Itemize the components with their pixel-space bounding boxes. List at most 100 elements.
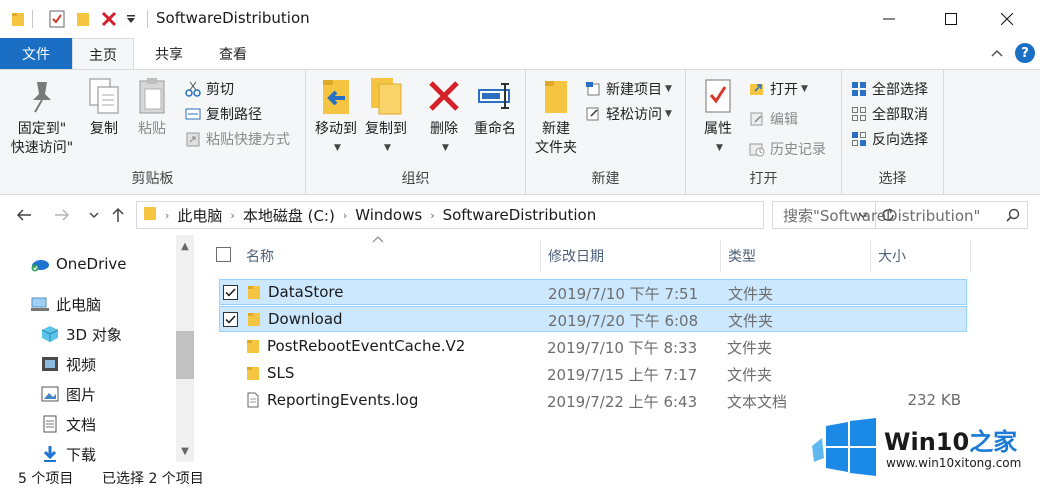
properties-quick-access-icon[interactable]	[48, 9, 66, 29]
up-arrow-icon[interactable]	[108, 205, 128, 225]
navigation-bar: › 此电脑 › 本地磁盘 (C:) › Windows › SoftwareDi…	[0, 195, 1040, 235]
open-button[interactable]: 打开 ▼	[748, 78, 808, 100]
file-row[interactable]: ReportingEvents.log 2019/7/22 上午 6:43 文本…	[219, 388, 967, 414]
column-separator[interactable]	[970, 240, 971, 272]
address-bar[interactable]: › 此电脑 › 本地磁盘 (C:) › Windows › SoftwareDi…	[136, 201, 894, 229]
breadcrumb-windows[interactable]: Windows	[355, 206, 422, 224]
scroll-up-icon[interactable]: ▲	[176, 239, 194, 253]
breadcrumb-this-pc[interactable]: 此电脑	[177, 205, 222, 226]
copy-to-button[interactable]: 复制到 ▼	[362, 76, 410, 158]
breadcrumb-softwaredistribution[interactable]: SoftwareDistribution	[443, 206, 597, 224]
column-header-name[interactable]: 名称	[246, 240, 274, 272]
nav-item-videos[interactable]: 视频	[40, 353, 96, 375]
column-header-size[interactable]: 大小	[878, 240, 906, 272]
open-icon	[748, 80, 766, 98]
back-arrow-icon[interactable]	[14, 205, 34, 225]
copy-path-button[interactable]: 复制路径	[184, 103, 262, 125]
paste-button[interactable]: 粘贴	[132, 76, 172, 139]
help-button[interactable]: ?	[1015, 43, 1035, 63]
move-to-icon	[318, 76, 354, 116]
file-row[interactable]: DataStore 2019/7/10 下午 7:51 文件夹	[219, 279, 967, 305]
minimize-button[interactable]	[866, 0, 912, 38]
title-bar: SoftwareDistribution	[0, 0, 1040, 38]
watermark-title: Win10之家	[884, 422, 1017, 457]
cut-button[interactable]: 剪切	[184, 78, 234, 100]
chevron-right-icon[interactable]: ›	[230, 209, 234, 222]
invert-selection-button[interactable]: 反向选择	[850, 128, 928, 150]
row-checkbox[interactable]	[223, 285, 238, 300]
search-icon[interactable]	[999, 208, 1027, 222]
file-name[interactable]: DataStore	[268, 283, 343, 301]
copy-button[interactable]: 复制	[84, 76, 124, 139]
collapse-ribbon-icon[interactable]	[990, 46, 1004, 60]
file-name[interactable]: Download	[268, 310, 343, 328]
file-name[interactable]: ReportingEvents.log	[267, 391, 418, 409]
tab-view[interactable]: 查看	[202, 38, 264, 69]
paste-shortcut-icon	[184, 130, 202, 148]
search-input[interactable]: 搜索"SoftwareDistribution"	[773, 205, 999, 226]
watermark-title-zh: 之家	[969, 428, 1018, 456]
tab-file[interactable]: 文件	[0, 38, 72, 69]
column-separator[interactable]	[720, 240, 721, 272]
breadcrumb-local-disk[interactable]: 本地磁盘 (C:)	[243, 205, 335, 226]
tab-share[interactable]: 共享	[138, 38, 200, 69]
maximize-button[interactable]	[928, 0, 974, 38]
column-separator[interactable]	[540, 240, 541, 272]
tab-home[interactable]: 主页	[72, 38, 134, 70]
easy-access-button[interactable]: 轻松访问 ▼	[584, 103, 672, 125]
recent-locations-chevron-icon[interactable]	[84, 205, 104, 225]
selected-count: 已选择 2 个项目	[102, 471, 204, 487]
clipboard-group-label: 剪贴板	[131, 171, 174, 187]
row-checkbox[interactable]	[223, 312, 238, 327]
new-folder-button[interactable]: 新建 文件夹	[532, 76, 580, 158]
invert-selection-label: 反向选择	[872, 132, 928, 148]
file-name[interactable]: PostRebootEventCache.V2	[267, 337, 465, 355]
folder-icon	[246, 284, 262, 300]
select-none-button[interactable]: 全部取消	[850, 103, 928, 125]
forward-arrow-icon[interactable]	[52, 205, 72, 225]
pin-to-quick-access-button[interactable]: 固定到" 快速访问"	[6, 76, 78, 158]
file-type: 文本文档	[727, 393, 788, 411]
properties-button[interactable]: 属性 ▼	[696, 76, 740, 158]
scrollbar-thumb[interactable]	[176, 331, 194, 379]
chevron-right-icon[interactable]: ›	[430, 209, 434, 222]
move-to-button[interactable]: 移动到 ▼	[312, 76, 360, 158]
delete-button[interactable]: 删除 ▼	[424, 76, 464, 158]
watermark-url: www.win10xitong.com	[886, 456, 1022, 470]
new-item-button[interactable]: 新建项目 ▼	[584, 78, 672, 100]
watermark-title-win: Win10	[884, 428, 970, 456]
folder-icon	[10, 9, 26, 29]
file-row[interactable]: Download 2019/7/20 下午 6:08 文件夹	[219, 306, 967, 332]
scissors-icon	[184, 80, 202, 98]
paste-shortcut-button[interactable]: 粘贴快捷方式	[184, 128, 290, 150]
file-row[interactable]: SLS 2019/7/15 上午 7:17 文件夹	[219, 361, 967, 387]
video-icon	[40, 355, 60, 373]
cube-3d-icon	[40, 325, 60, 343]
column-header-type[interactable]: 类型	[728, 240, 756, 272]
navigation-pane: OneDrive 此电脑 3D 对象 视频 图片 文档 下载	[0, 235, 196, 464]
nav-item-3d-objects[interactable]: 3D 对象	[40, 323, 122, 345]
file-row[interactable]: PostRebootEventCache.V2 2019/7/10 下午 8:3…	[219, 334, 967, 360]
scroll-down-icon[interactable]: ▼	[176, 444, 194, 458]
chevron-right-icon[interactable]: ›	[343, 209, 347, 222]
file-name[interactable]: SLS	[267, 364, 294, 382]
delete-quick-access-icon[interactable]	[100, 9, 118, 29]
customize-toolbar-dropdown-icon[interactable]	[124, 9, 138, 29]
select-all-button[interactable]: 全部选择	[850, 78, 928, 100]
navigation-pane-scrollbar[interactable]: ▲ ▼	[176, 235, 194, 462]
history-button[interactable]: 历史记录	[748, 138, 826, 160]
search-box[interactable]: 搜索"SoftwareDistribution"	[772, 201, 1028, 229]
select-all-checkbox[interactable]	[216, 247, 231, 262]
nav-item-pictures[interactable]: 图片	[40, 383, 96, 405]
new-folder-quick-access-icon[interactable]	[74, 9, 92, 29]
nav-item-this-pc[interactable]: 此电脑	[30, 293, 101, 315]
nav-item-documents[interactable]: 文档	[40, 413, 96, 435]
close-button[interactable]	[984, 0, 1030, 38]
column-separator[interactable]	[870, 240, 871, 272]
organize-group-label: 组织	[401, 171, 430, 187]
nav-item-onedrive[interactable]: OneDrive	[30, 253, 127, 275]
onedrive-cloud-icon	[30, 255, 50, 273]
rename-button[interactable]: 重命名	[470, 76, 520, 139]
edit-button[interactable]: 编辑	[748, 108, 798, 130]
column-header-date[interactable]: 修改日期	[548, 240, 604, 272]
